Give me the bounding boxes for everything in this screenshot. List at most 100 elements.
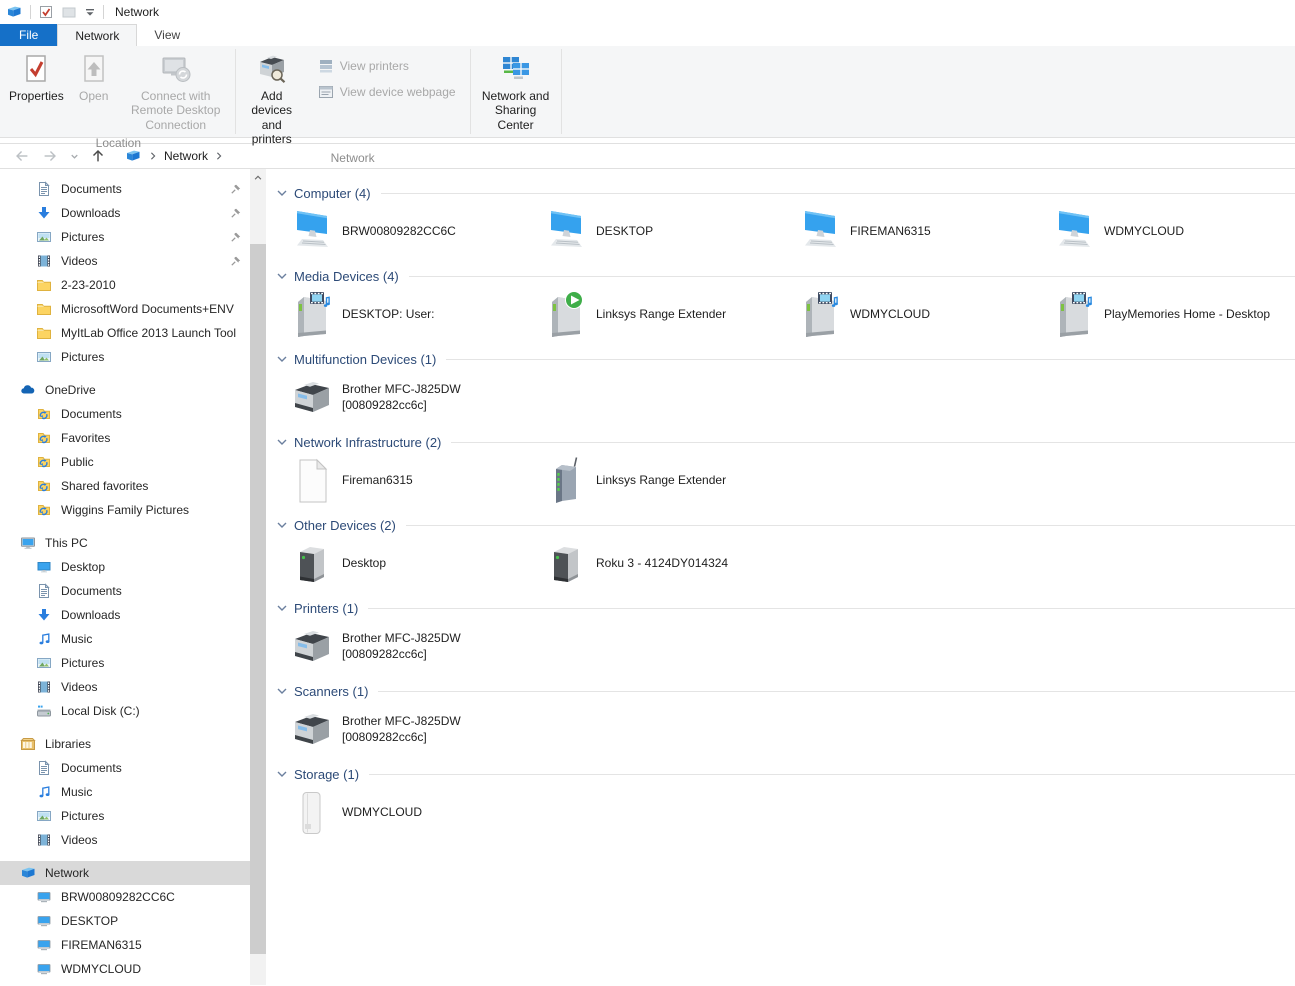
sidebar-scrollbar[interactable] — [250, 169, 266, 985]
device-item-roku-3-4124dy014324[interactable]: Roku 3 - 4124DY014324 — [544, 539, 798, 588]
section-header[interactable]: Storage (1) — [274, 764, 1295, 784]
device-item-linksys-range-extender[interactable]: Linksys Range Extender — [544, 290, 798, 339]
device-item-brother-mfc-j825dw[interactable]: Brother MFC-J825DW [00809282cc6c] — [290, 622, 544, 671]
device-item-brw00809282cc6c[interactable]: BRW00809282CC6C — [290, 207, 544, 256]
sidebar-item-downloads[interactable]: Downloads — [0, 603, 250, 627]
sidebar-item-desktop[interactable]: DESKTOP — [0, 909, 250, 933]
add-devices-button[interactable]: Add devices and printers — [236, 49, 308, 149]
sidebar-item-wiggins-family-pictures[interactable]: Wiggins Family Pictures — [0, 498, 250, 522]
device-item-label: Fireman6315 — [342, 473, 413, 489]
sidebar-item-wdmycloud[interactable]: WDMYCLOUD — [0, 957, 250, 981]
sidebar-item-music[interactable]: Music — [0, 627, 250, 651]
sidebar-item-local-disk-c[interactable]: Local Disk (C:) — [0, 699, 250, 723]
qat-customize-chevron-icon[interactable] — [84, 6, 96, 18]
sidebar-item-network[interactable]: Network — [0, 861, 250, 885]
device-item-wdmycloud[interactable]: WDMYCLOUD — [798, 290, 1052, 339]
recent-locations-chevron-icon[interactable] — [66, 145, 82, 167]
thispc-icon — [20, 535, 36, 551]
sidebar-item-libraries[interactable]: Libraries — [0, 732, 250, 756]
sidebar-item-documents[interactable]: Documents — [0, 756, 250, 780]
sidebar-item-label: Downloads — [61, 608, 121, 622]
connect-remote-desktop-button[interactable]: Connect with Remote Desktop Connection — [117, 49, 235, 134]
view-printers-button[interactable]: View printers — [312, 57, 462, 75]
section-header[interactable]: Network Infrastructure (2) — [274, 432, 1295, 452]
device-item-wdmycloud[interactable]: WDMYCLOUD — [290, 788, 544, 837]
ribbon-small-buttons: View printers View device webpage — [308, 49, 470, 101]
sidebar-item-pictures[interactable]: Pictures — [0, 651, 250, 675]
sidebar-item-videos[interactable]: Videos — [0, 249, 250, 273]
up-button[interactable] — [86, 145, 110, 167]
forward-button[interactable] — [38, 145, 62, 167]
device-item-playmemories-home-desktop[interactable]: PlayMemories Home - Desktop — [1052, 290, 1295, 339]
sidebar-item-downloads[interactable]: Downloads — [0, 201, 250, 225]
sidebar-item-shared-favorites[interactable]: Shared favorites — [0, 474, 250, 498]
tab-file[interactable]: File — [0, 24, 58, 46]
tab-network[interactable]: Network — [57, 24, 138, 46]
sidebar-item-pictures[interactable]: Pictures — [0, 804, 250, 828]
back-button[interactable] — [10, 145, 34, 167]
device-item-fireman6315[interactable]: Fireman6315 — [290, 456, 544, 505]
device-item-brother-mfc-j825dw[interactable]: Brother MFC-J825DW [00809282cc6c] — [290, 705, 544, 754]
sidebar-item-documents[interactable]: Documents — [0, 402, 250, 426]
folder-icon — [36, 301, 52, 317]
sidebar-item-videos[interactable]: Videos — [0, 828, 250, 852]
view-device-webpage-button[interactable]: View device webpage — [312, 83, 462, 101]
sidebar-item-pictures[interactable]: Pictures — [0, 345, 250, 369]
section-divider — [408, 275, 1295, 277]
sidebar-item-music[interactable]: Music — [0, 780, 250, 804]
scrollbar-thumb[interactable] — [250, 244, 266, 954]
section-media-devices-4: Media Devices (4) DESKTOP: User: Linksys R… — [274, 266, 1295, 339]
section-header[interactable]: Other Devices (2) — [274, 515, 1295, 535]
sidebar-item-this-pc[interactable]: This PC — [0, 531, 250, 555]
divider — [30, 5, 31, 19]
sidebar-item-favorites[interactable]: Favorites — [0, 426, 250, 450]
sidebar-item-brw00809282cc6c[interactable]: BRW00809282CC6C — [0, 885, 250, 909]
sidebar-item-microsoftword-documents-env[interactable]: MicrosoftWord Documents+ENV — [0, 297, 250, 321]
qat-properties-icon[interactable] — [38, 4, 54, 20]
section-items: DESKTOP: User: Linksys Range Extender WDMY… — [274, 290, 1295, 339]
sync-folder-icon — [36, 454, 52, 470]
sidebar-item-documents[interactable]: Documents — [0, 177, 250, 201]
sidebar-item-onedrive[interactable]: OneDrive — [0, 378, 250, 402]
sidebar-item-documents[interactable]: Documents — [0, 579, 250, 603]
sidebar-item-myitlab-office-2013-launch-tool[interactable]: MyItLab Office 2013 Launch Tool — [0, 321, 250, 345]
document-icon — [36, 181, 52, 197]
device-item-brother-mfc-j825dw[interactable]: Brother MFC-J825DW [00809282cc6c] — [290, 373, 544, 422]
device-item-wdmycloud[interactable]: WDMYCLOUD — [1052, 207, 1295, 256]
section-header[interactable]: Scanners (1) — [274, 681, 1295, 701]
pin-icon — [230, 207, 242, 219]
section-divider — [446, 358, 1295, 360]
qat-new-folder-icon[interactable] — [61, 4, 77, 20]
section-header[interactable]: Computer (4) — [274, 183, 1295, 203]
section-header[interactable]: Printers (1) — [274, 598, 1295, 618]
section-header[interactable]: Multifunction Devices (1) — [274, 349, 1295, 369]
sidebar-item-fireman6315[interactable]: FIREMAN6315 — [0, 933, 250, 957]
section-header[interactable]: Media Devices (4) — [274, 266, 1295, 286]
device-item-label: Linksys Range Extender — [596, 307, 726, 323]
section-storage-1: Storage (1) WDMYCLOUD — [274, 764, 1295, 837]
sidebar-item-pictures[interactable]: Pictures — [0, 225, 250, 249]
device-item-label: Linksys Range Extender — [596, 473, 726, 489]
breadcrumb[interactable]: Network — [124, 148, 223, 164]
sidebar-item-label: Documents — [61, 182, 122, 196]
sidebar-item-2-23-2010[interactable]: 2-23-2010 — [0, 273, 250, 297]
device-item-fireman6315[interactable]: FIREMAN6315 — [798, 207, 1052, 256]
open-button[interactable]: Open — [71, 49, 117, 105]
section-title: Storage (1) — [294, 766, 360, 782]
device-item-linksys-range-extender[interactable]: Linksys Range Extender — [544, 456, 798, 505]
properties-button[interactable]: Properties — [2, 49, 71, 105]
device-item-desktop[interactable]: DESKTOP — [544, 207, 798, 256]
tab-view[interactable]: View — [137, 24, 197, 46]
breadcrumb-item-network[interactable]: Network — [164, 149, 208, 163]
device-item-desktop-user[interactable]: DESKTOP: User: — [290, 290, 544, 339]
device-item-desktop[interactable]: Desktop — [290, 539, 544, 588]
view-printers-icon — [318, 58, 334, 74]
section-items: Brother MFC-J825DW [00809282cc6c] — [274, 373, 1295, 422]
scrollbar-up-arrow-icon[interactable] — [250, 169, 266, 186]
open-icon — [78, 53, 110, 85]
network-sharing-center-button[interactable]: Network and Sharing Center — [471, 49, 561, 134]
device-name: Fireman6315 — [342, 472, 413, 487]
sidebar-item-videos[interactable]: Videos — [0, 675, 250, 699]
sidebar-item-public[interactable]: Public — [0, 450, 250, 474]
sidebar-item-desktop[interactable]: Desktop — [0, 555, 250, 579]
